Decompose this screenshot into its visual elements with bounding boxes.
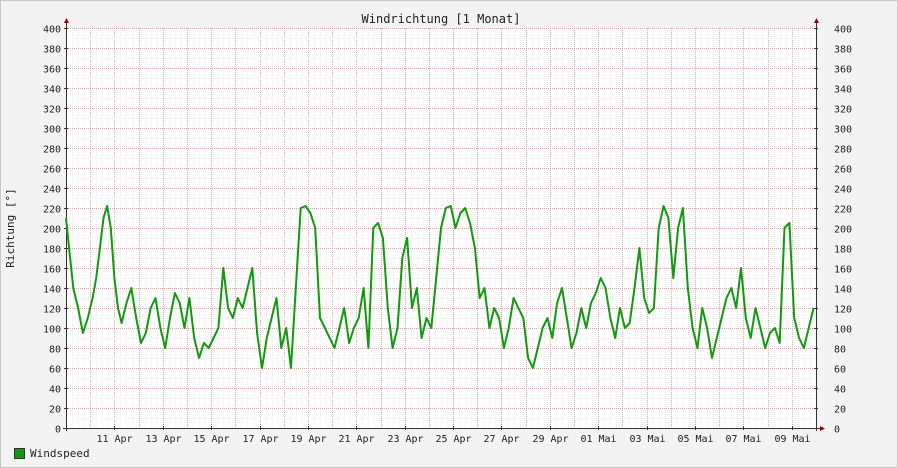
x-tick-label: 15 Apr (193, 434, 229, 445)
y-tick-label-left: 60 (49, 365, 61, 376)
y-tick-label-right: 80 (834, 345, 846, 356)
y-tick-label-left: 80 (49, 345, 61, 356)
y-tick-label-left: 20 (49, 405, 61, 416)
y-axis-label: Richtung [°] (4, 188, 17, 267)
x-tick-label: 07 Mai (725, 434, 761, 445)
legend-swatch (14, 448, 25, 459)
axis-arrow-right (814, 18, 819, 23)
y-tick-label-left: 120 (43, 305, 61, 316)
legend-label: Windspeed (30, 447, 90, 460)
y-tick-label-left: 340 (43, 85, 61, 96)
y-tick-label-right: 380 (834, 45, 852, 56)
y-tick-label-right: 260 (834, 165, 852, 176)
y-tick-label-right: 280 (834, 145, 852, 156)
y-tick-label-left: 0 (55, 425, 61, 436)
y-tick-label-left: 260 (43, 165, 61, 176)
x-tick-label: 11 Apr (96, 434, 132, 445)
x-tick-label: 29 Apr (532, 434, 568, 445)
y-tick-label-right: 180 (834, 245, 852, 256)
y-tick-label-left: 220 (43, 205, 61, 216)
y-tick-label-left: 100 (43, 325, 61, 336)
y-tick-label-left: 400 (43, 25, 61, 36)
y-tick-label-right: 40 (834, 385, 846, 396)
y-tick-label-left: 320 (43, 105, 61, 116)
y-tick-label-left: 380 (43, 45, 61, 56)
chart: 0 0 20 20 40 40 60 60 80 80 100 100 120 120 140 140 160 1… (4, 12, 852, 445)
y-tick-label-right: 60 (834, 365, 846, 376)
y-tick-label-right: 160 (834, 265, 852, 276)
y-tick-label-right: 360 (834, 65, 852, 76)
x-tick-label: 05 Mai (677, 434, 713, 445)
y-tick-label-left: 240 (43, 185, 61, 196)
y-tick-label-left: 360 (43, 65, 61, 76)
axis-arrow-left (64, 18, 69, 23)
y-tick-label-right: 320 (834, 105, 852, 116)
x-tick-label: 23 Apr (387, 434, 423, 445)
y-tick-label-left: 160 (43, 265, 61, 276)
y-tick-label-right: 240 (834, 185, 852, 196)
y-tick-label-left: 200 (43, 225, 61, 236)
y-tick-label-left: 140 (43, 285, 61, 296)
y-tick-label-right: 400 (834, 25, 852, 36)
y-tick-label-right: 20 (834, 405, 846, 416)
y-tick-label-right: 0 (834, 425, 840, 436)
x-tick-label: 21 Apr (338, 434, 374, 445)
y-tick-label-right: 200 (834, 225, 852, 236)
y-tick-label-left: 40 (49, 385, 61, 396)
chart-title: Windrichtung [1 Monat] (362, 12, 521, 26)
x-tick-label: 19 Apr (290, 434, 326, 445)
y-tick-label-right: 220 (834, 205, 852, 216)
x-tick-label: 27 Apr (483, 434, 519, 445)
axis-arrow-bottom (820, 426, 825, 431)
legend: Windspeed (14, 447, 90, 460)
y-tick-label-right: 120 (834, 305, 852, 316)
x-tick-label: 03 Mai (629, 434, 665, 445)
x-tick-label: 17 Apr (242, 434, 278, 445)
y-tick-label-right: 340 (834, 85, 852, 96)
y-tick-label-left: 300 (43, 125, 61, 136)
y-tick-label-left: 180 (43, 245, 61, 256)
x-tick-label: 13 Apr (145, 434, 181, 445)
x-tick-label: 01 Mai (580, 434, 616, 445)
y-tick-label-left: 280 (43, 145, 61, 156)
y-tick-label-right: 140 (834, 285, 852, 296)
x-tick-label: 25 Apr (435, 434, 471, 445)
y-tick-label-right: 300 (834, 125, 852, 136)
y-tick-label-right: 100 (834, 325, 852, 336)
x-tick-label: 09 Mai (774, 434, 810, 445)
